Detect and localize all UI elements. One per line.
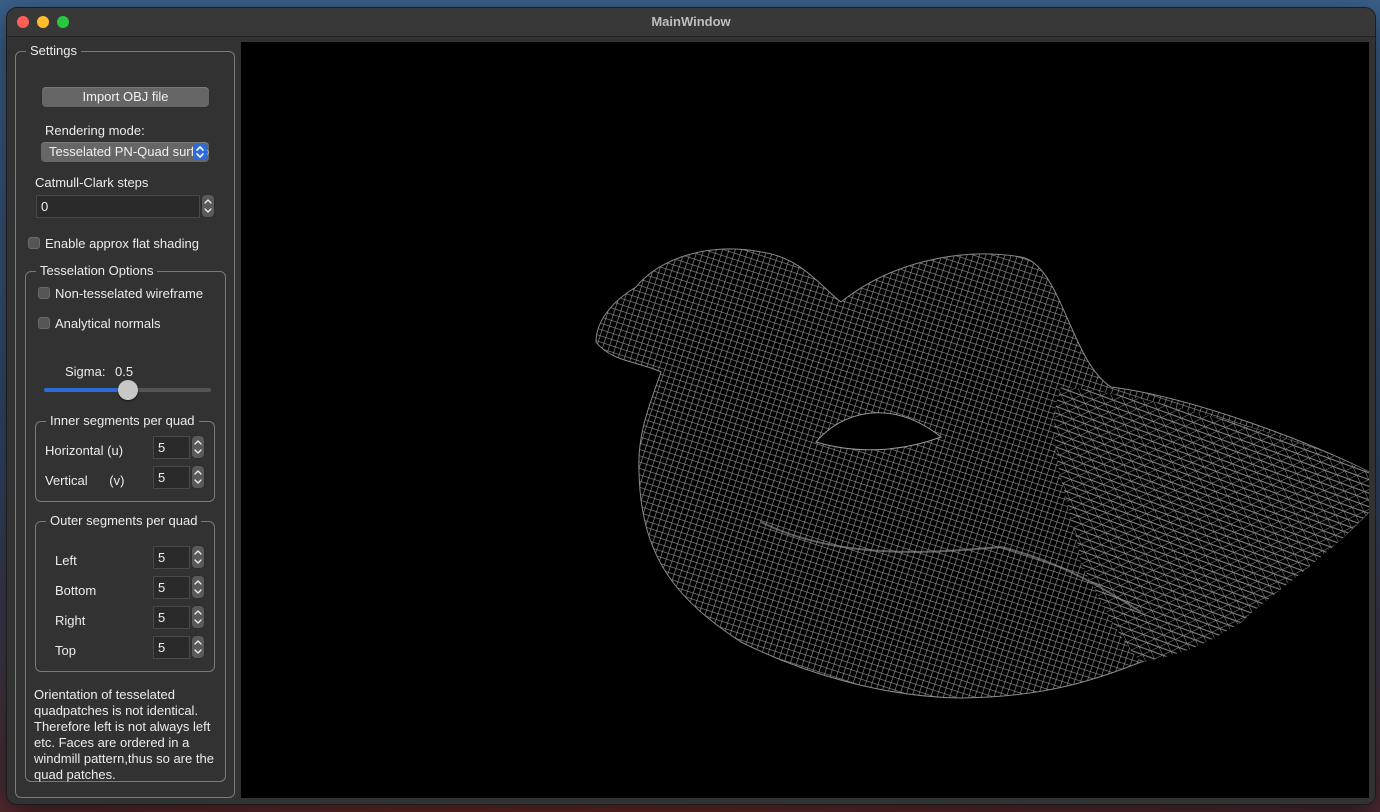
outer-top-stepper[interactable] [192, 636, 204, 658]
analytical-normals-checkbox[interactable] [38, 317, 50, 329]
vertical-v-stepper[interactable] [192, 466, 204, 488]
outer-top-input[interactable]: 5 [153, 636, 190, 659]
window-title: MainWindow [651, 14, 731, 29]
outer-bottom-stepper[interactable] [192, 576, 204, 598]
inner-segments-group: Inner segments per quad [35, 413, 215, 502]
analytical-normals-label: Analytical normals [55, 316, 161, 331]
rendering-mode-value: Tesselated PN-Quad surface [49, 144, 209, 159]
title-bar[interactable]: MainWindow [7, 8, 1375, 37]
rendering-mode-select[interactable]: Tesselated PN-Quad surface [41, 142, 209, 162]
sigma-label: Sigma: [65, 364, 106, 379]
outer-right-input[interactable]: 5 [153, 606, 190, 629]
outer-segments-title: Outer segments per quad [46, 513, 202, 528]
vertical-v-text: Vertical (v) [45, 473, 125, 488]
flat-shading-checkbox[interactable] [28, 237, 40, 249]
render-viewport[interactable] [241, 42, 1369, 798]
vertical-v-label: Vertical (v) [45, 473, 155, 488]
outer-right-stepper[interactable] [192, 606, 204, 628]
catmull-clark-stepper[interactable] [202, 195, 214, 217]
wireframe-mesh [595, 248, 1369, 699]
sigma-slider[interactable] [44, 380, 211, 400]
outer-bottom-value: 5 [158, 580, 166, 595]
horizontal-u-input[interactable]: 5 [153, 436, 190, 459]
outer-top-label: Top [55, 643, 76, 658]
catmull-clark-input[interactable]: 0 [36, 195, 200, 218]
rendering-mode-label: Rendering mode: [45, 123, 145, 138]
wireframe-label: Non-tesselated wireframe [55, 286, 204, 301]
outer-bottom-label: Bottom [55, 583, 97, 598]
sigma-slider-handle[interactable] [118, 380, 138, 400]
outer-left-stepper[interactable] [192, 546, 204, 568]
horizontal-u-stepper[interactable] [192, 436, 204, 458]
inner-segments-title: Inner segments per quad [46, 413, 199, 428]
catmull-clark-value: 0 [41, 199, 49, 214]
settings-group-title: Settings [26, 43, 81, 58]
flat-shading-label: Enable approx flat shading [45, 236, 199, 251]
horizontal-u-label: Horizontal (u) [45, 443, 124, 458]
orientation-note: Orientation of tesselated quadpatches is… [34, 687, 214, 782]
tesselation-options-title: Tesselation Options [36, 263, 158, 278]
catmull-clark-label: Catmull-Clark steps [35, 175, 149, 190]
wireframe-checkbox[interactable] [38, 287, 50, 299]
import-obj-button[interactable]: Import OBJ file [42, 87, 209, 107]
vertical-v-input[interactable]: 5 [153, 466, 190, 489]
outer-right-label: Right [55, 613, 86, 628]
horizontal-u-value: 5 [158, 440, 166, 455]
outer-right-value: 5 [158, 610, 166, 625]
outer-left-input[interactable]: 5 [153, 546, 190, 569]
outer-left-label: Left [55, 553, 77, 568]
chevron-updown-icon [193, 144, 207, 160]
main-window: MainWindow Settings Import OBJ file Rend… [7, 8, 1375, 804]
outer-bottom-input[interactable]: 5 [153, 576, 190, 599]
sigma-value: 0.5 [115, 364, 134, 379]
outer-left-value: 5 [158, 550, 166, 565]
vertical-v-value: 5 [158, 470, 166, 485]
outer-top-value: 5 [158, 640, 166, 655]
sigma-slider-fill [44, 388, 128, 392]
